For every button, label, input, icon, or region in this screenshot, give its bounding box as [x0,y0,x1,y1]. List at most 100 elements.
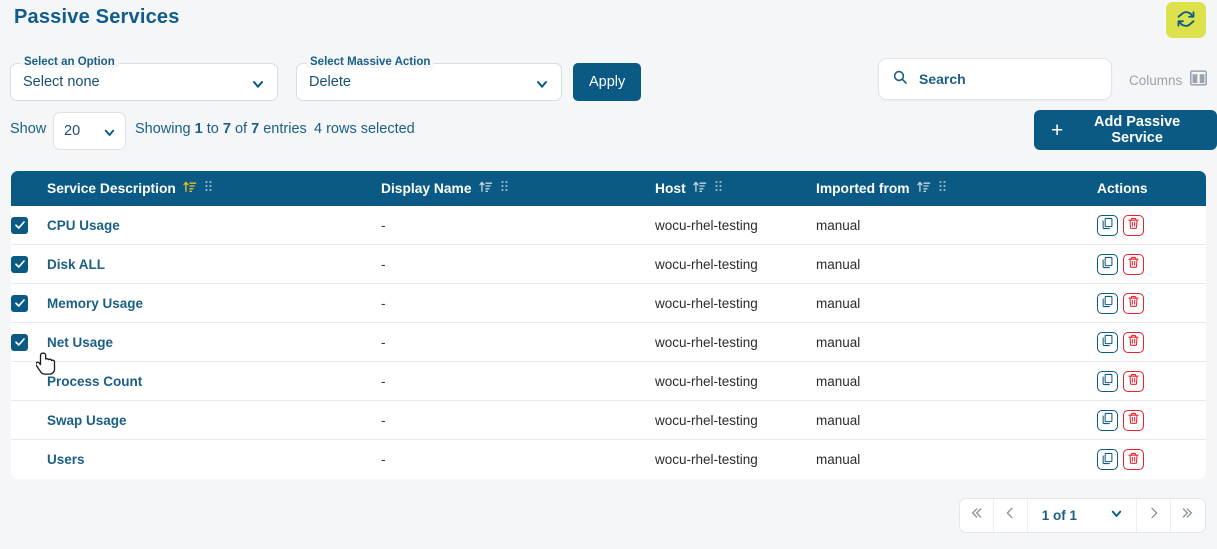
service-description-link[interactable]: Swap Usage [47,413,127,428]
columns-button[interactable]: Columns [1129,70,1208,91]
cell-host: wocu-rhel-testing [655,335,816,350]
row-checkbox[interactable] [11,294,28,312]
add-passive-service-button[interactable]: + Add Passive Service [1034,110,1217,150]
showing-total: 7 [251,121,260,137]
cell-host: wocu-rhel-testing [655,296,816,311]
grip-icon[interactable] [714,180,723,197]
pagination-last-button[interactable] [1171,499,1205,532]
trash-icon [1127,334,1140,350]
copy-icon [1101,452,1114,468]
table-header-service-description-label: Service Description [47,181,176,196]
delete-row-button[interactable] [1123,214,1144,236]
select-an-option-dropdown[interactable]: Select an Option Select none [10,56,278,101]
apply-button[interactable]: Apply [573,63,642,101]
delete-row-button[interactable] [1123,449,1144,470]
row-select-cell [11,333,47,351]
copy-row-button[interactable] [1097,370,1118,392]
copy-row-button[interactable] [1097,214,1118,236]
pagination-first-button[interactable] [960,499,994,532]
display-name-value: - [381,452,386,467]
copy-icon [1101,256,1114,272]
host-value: wocu-rhel-testing [655,256,758,272]
table-row: CPU Usage - wocu-rhel-testing manual [11,206,1206,245]
delete-row-button[interactable] [1123,253,1144,275]
sort-asc-icon[interactable] [183,180,197,197]
delete-row-button[interactable] [1123,409,1144,431]
page-size-select[interactable]: 20 [53,112,126,150]
trash-icon [1127,373,1140,389]
host-value: wocu-rhel-testing [655,412,758,428]
service-description-link[interactable]: Users [47,452,85,467]
imported-from-value: manual [816,295,861,311]
chevron-down-icon [102,125,117,145]
pagination-page-select[interactable]: 1 of 1 [1028,499,1137,532]
table-header-imported-from[interactable]: Imported from [816,180,1097,197]
cell-display-name: - [381,413,655,428]
passive-services-table: Service Description Display Name Host Im… [11,171,1206,479]
row-select-cell [11,412,47,429]
show-label: Show [10,121,47,137]
cell-display-name: - [381,452,655,467]
showing-to: 7 [222,121,231,137]
copy-row-button[interactable] [1097,253,1118,275]
row-checkbox[interactable] [11,255,28,273]
row-checkbox[interactable] [11,451,28,468]
chevron-left-icon [1002,505,1018,526]
service-description-link[interactable]: Net Usage [47,335,113,350]
cell-host: wocu-rhel-testing [655,413,816,428]
trash-icon [1127,256,1140,272]
cell-host: wocu-rhel-testing [655,257,816,272]
host-value: wocu-rhel-testing [655,452,758,467]
copy-icon [1101,412,1114,428]
search-input[interactable]: Search [878,58,1112,100]
sort-asc-icon[interactable] [478,180,493,197]
refresh-icon [1177,10,1195,31]
cell-display-name: - [381,218,655,233]
cell-actions [1097,409,1206,431]
cell-service-description: Swap Usage [47,413,381,428]
showing-prefix: Showing [135,121,195,137]
imported-from-value: manual [816,412,861,428]
copy-row-button[interactable] [1097,409,1118,431]
table-header-imported-from-label: Imported from [816,181,910,196]
delete-row-button[interactable] [1123,331,1144,353]
grip-icon[interactable] [938,180,947,197]
grip-icon[interactable] [500,180,509,197]
showing-suffix: entries [259,121,307,137]
pagination-next-button[interactable] [1137,499,1171,532]
row-checkbox[interactable] [11,373,28,390]
grip-icon[interactable] [204,180,213,197]
imported-from-value: manual [816,452,861,467]
service-description-link[interactable]: Memory Usage [47,296,143,311]
row-checkbox[interactable] [11,333,28,351]
table-header-service-description[interactable]: Service Description [47,180,381,197]
showing-mid: to [202,121,223,137]
refresh-button[interactable] [1166,2,1206,38]
table-header-host[interactable]: Host [655,180,816,197]
imported-from-value: manual [816,373,861,389]
row-select-cell [11,216,47,234]
select-massive-action-dropdown[interactable]: Select Massive Action Delete [296,56,562,101]
page-title: Passive Services [14,6,180,28]
search-placeholder: Search [919,71,966,87]
service-description-link[interactable]: Disk ALL [47,257,105,272]
sort-asc-icon[interactable] [692,180,707,197]
row-checkbox[interactable] [11,412,28,429]
trash-icon [1127,217,1140,233]
copy-row-button[interactable] [1097,292,1118,314]
service-description-link[interactable]: CPU Usage [47,218,120,233]
cell-actions [1097,331,1206,353]
table-header-display-name[interactable]: Display Name [381,180,655,197]
copy-row-button[interactable] [1097,331,1118,353]
pagination-prev-button[interactable] [994,499,1028,532]
display-name-value: - [381,412,386,428]
delete-row-button[interactable] [1123,370,1144,392]
row-select-cell [11,451,47,468]
row-checkbox[interactable] [11,216,28,234]
copy-row-button[interactable] [1097,449,1118,470]
delete-row-button[interactable] [1123,292,1144,314]
service-description-link[interactable]: Process Count [47,374,142,389]
showing-of: of [230,121,252,137]
sort-asc-icon[interactable] [916,180,931,197]
cell-service-description: Process Count [47,374,381,389]
